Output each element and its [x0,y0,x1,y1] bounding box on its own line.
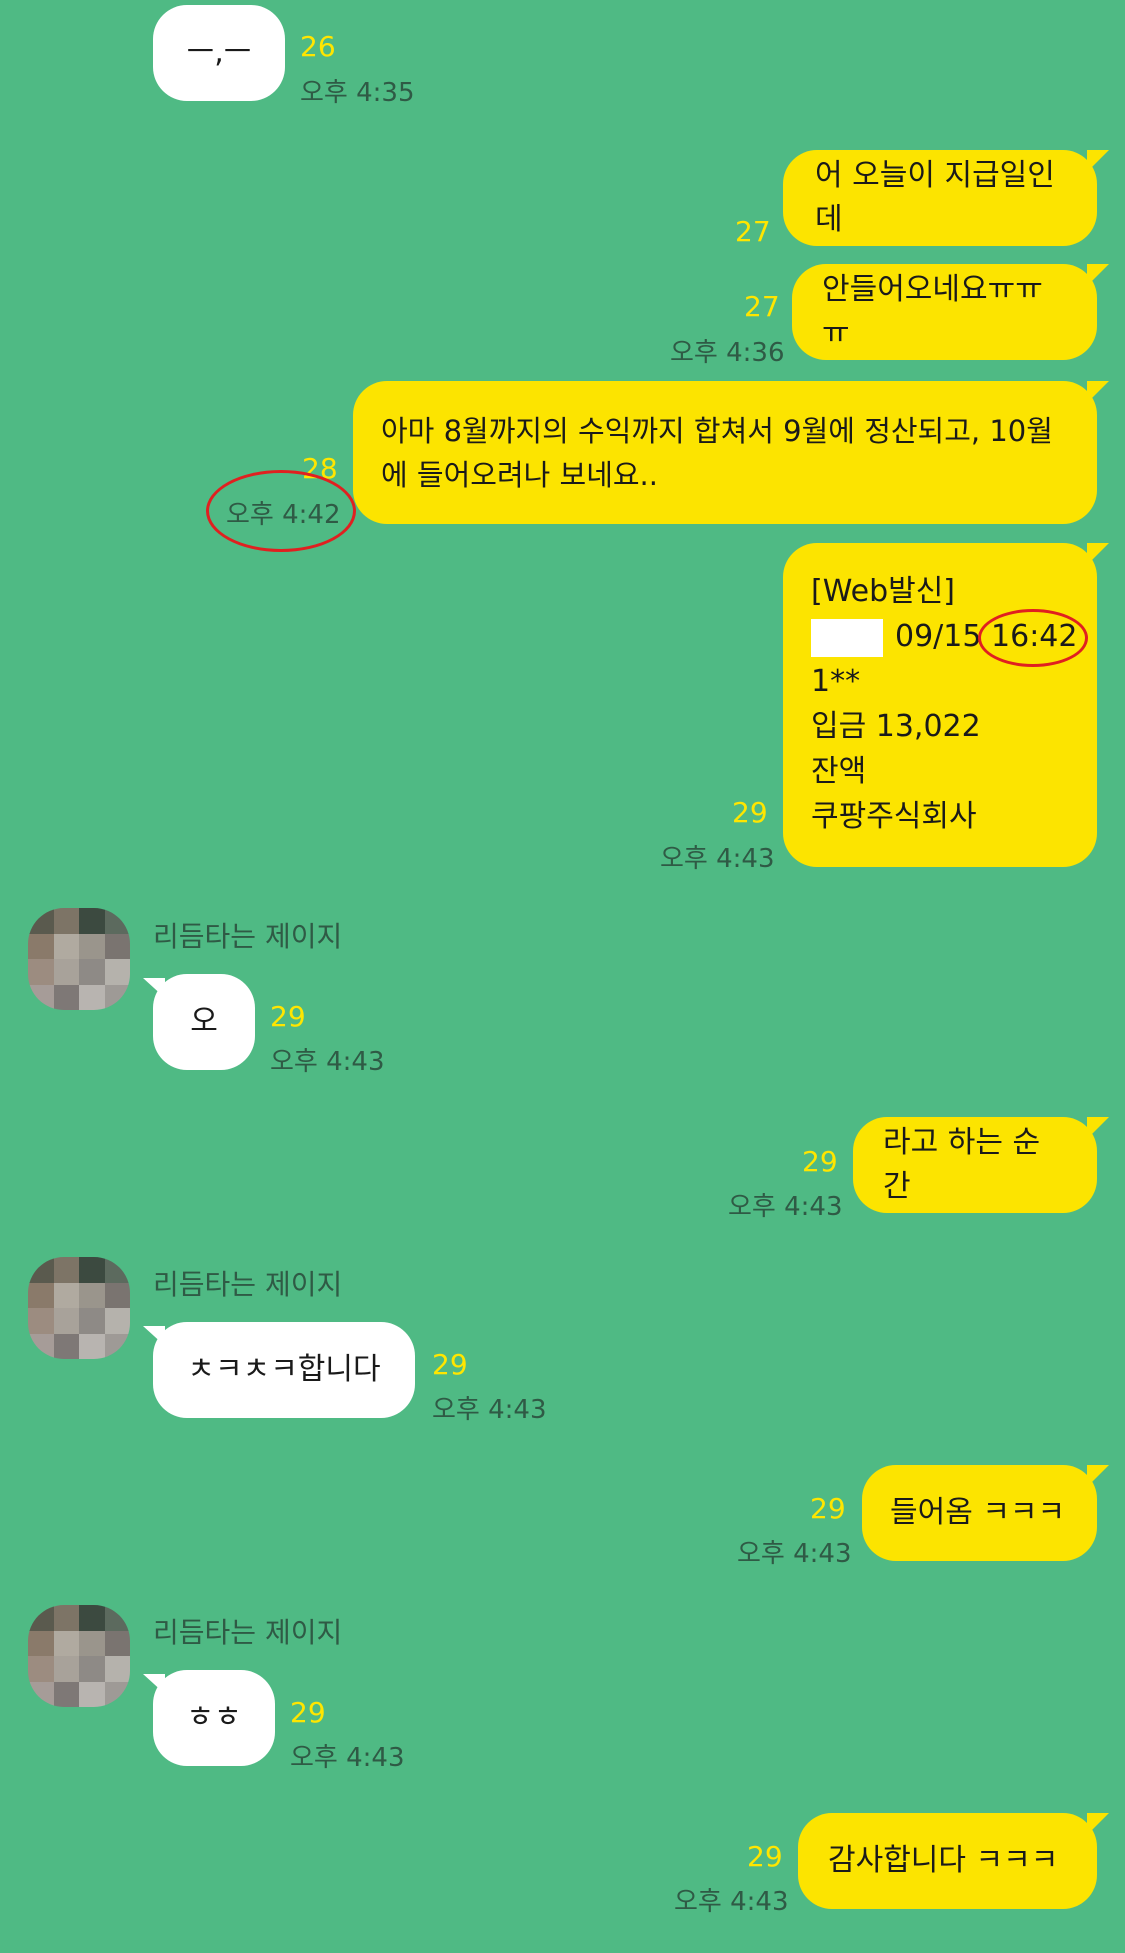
message-time: 오후 4:43 [290,1743,405,1773]
sms-balance: 잔액 [811,754,867,789]
redacted-block [811,618,883,657]
bubble-tail [143,1674,165,1694]
contact-avatar[interactable] [28,908,130,1010]
unread-count: 29 [732,796,768,829]
bubble-tail [143,1326,165,1346]
sms-header: [Web발신] [811,574,956,609]
message-text: ㅎㅎ [186,1700,242,1735]
message-text: 들어옴 ㅋㅋㅋ [890,1495,1066,1530]
bubble-tail [1087,264,1109,286]
message-bubble-outgoing[interactable]: 안들어오네요ㅠㅠㅠ [792,264,1109,360]
message-time: 오후 4:43 [432,1395,547,1425]
contact-avatar[interactable] [28,1605,130,1707]
unread-count: 29 [270,1000,306,1033]
annotation-circle [978,609,1088,667]
message-bubble-outgoing[interactable]: 들어옴 ㅋㅋㅋ [862,1465,1109,1561]
bubble-tail [1087,381,1109,403]
bubble-tail [1087,1465,1109,1487]
message-bubble-outgoing[interactable]: 라고 하는 순간 [853,1117,1109,1213]
contact-avatar[interactable] [28,1257,130,1359]
message-text: ㅡ,ㅡ [186,35,252,70]
unread-count: 29 [747,1840,783,1873]
sender-name: 리듬타는 제이지 [153,1268,343,1301]
unread-count: 29 [802,1145,838,1178]
sms-company: 쿠팡주식회사 [811,799,977,834]
unread-count: 29 [290,1696,326,1729]
sms-date: 09/15 [895,619,982,654]
message-time: 오후 4:43 [660,844,775,874]
sender-name: 리듬타는 제이지 [153,1616,343,1649]
message-text: 감사합니다 ㅋㅋㅋ [828,1843,1059,1878]
unread-count: 26 [300,30,336,63]
message-time: 오후 4:43 [270,1047,385,1077]
message-bubble-incoming[interactable]: ㅡ,ㅡ [153,5,285,101]
sms-deposit: 입금 13,022 [811,709,981,744]
message-text-line: 아마 8월까지의 수익까지 합쳐서 9월에 정산되고, 10월 [381,414,1053,448]
bubble-tail [1087,150,1109,172]
message-text-line: 에 들어오려나 보네요.. [381,458,658,492]
bubble-tail [143,978,165,998]
message-bubble-incoming[interactable]: ㅊㅋㅊㅋ합니다 [143,1322,415,1418]
message-bubble-outgoing[interactable]: 어 오늘이 지급일인데 [783,150,1109,246]
message-time: 오후 4:43 [674,1887,789,1917]
message-text: 오 [190,1004,218,1039]
message-text: 어 오늘이 지급일인데 [815,158,1055,237]
message-time: 오후 4:43 [737,1539,852,1569]
message-bubble-outgoing[interactable]: 감사합니다 ㅋㅋㅋ [798,1813,1109,1909]
unread-count: 29 [810,1492,846,1525]
message-time: 오후 4:36 [670,338,785,368]
unread-count: 29 [432,1348,468,1381]
message-text: 라고 하는 순간 [883,1125,1041,1204]
unread-count: 27 [735,215,771,248]
message-time: 오후 4:43 [728,1192,843,1222]
sender-name: 리듬타는 제이지 [153,920,343,953]
annotation-circle [206,470,356,552]
message-bubble-incoming[interactable]: 오 [143,974,255,1070]
message-bubble-outgoing-sms[interactable]: [Web발신] 09/15 16:42 1** 입금 13,022 잔액 쿠팡주… [783,543,1109,867]
message-time: 오후 4:35 [300,78,415,108]
message-bubble-incoming[interactable]: ㅎㅎ [143,1670,275,1766]
bubble-tail [1087,1813,1109,1835]
bubble-tail [1087,543,1109,565]
message-text: ㅊㅋㅊㅋ합니다 [187,1352,381,1387]
unread-count: 27 [744,290,780,323]
bubble-tail [1087,1117,1109,1139]
message-text: 안들어오네요ㅠㅠㅠ [822,272,1043,351]
message-bubble-outgoing[interactable]: 아마 8월까지의 수익까지 합쳐서 9월에 정산되고, 10월 에 들어오려나 … [353,381,1109,524]
